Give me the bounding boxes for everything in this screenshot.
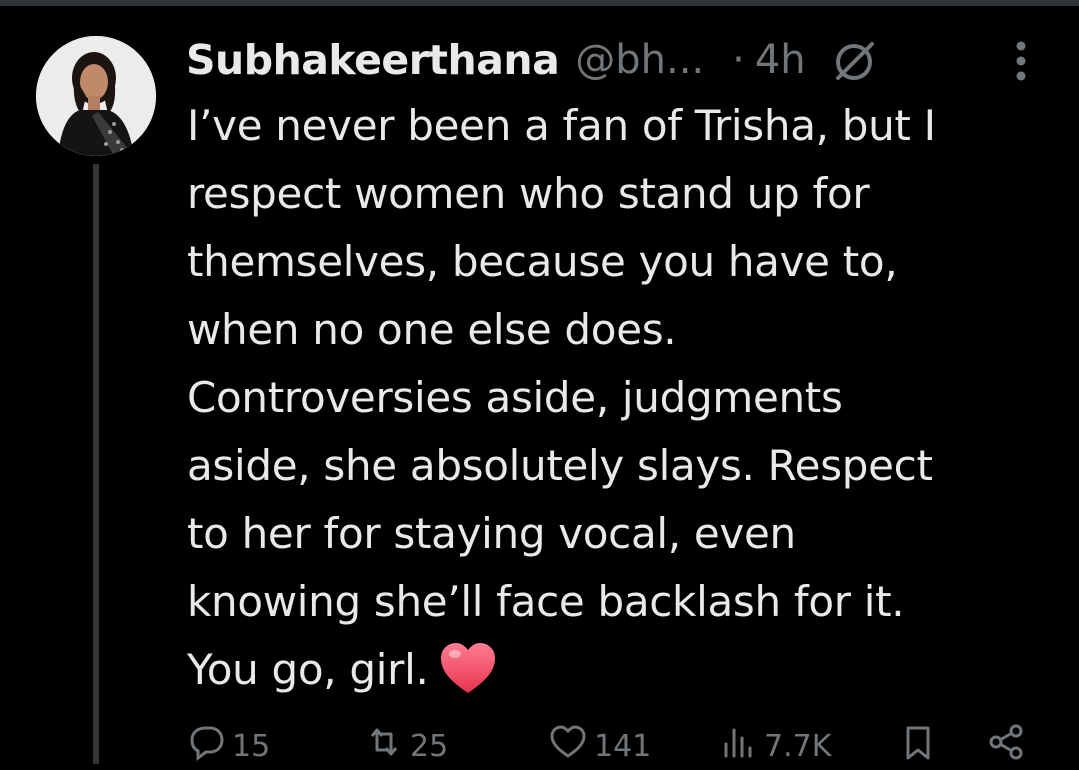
tweet-text-line: when no one else does. (187, 305, 677, 354)
mute-icon (830, 36, 878, 84)
retweet-button[interactable]: 25 (364, 722, 448, 770)
tweet-text-line: I’ve never been a fan of Trisha, but I (187, 101, 936, 150)
reply-button[interactable]: 15 (186, 722, 270, 770)
tweet-header: Subhakeerthana @bh... · 4h (186, 30, 878, 90)
bookmark-button[interactable] (898, 722, 938, 770)
tweet-text-line: to her for staying vocal, even (187, 509, 796, 558)
tweet-text-line-last: You go, girl. (187, 636, 1057, 704)
avatar-photo (36, 36, 156, 156)
like-button[interactable]: 141 (548, 722, 651, 770)
separator-dot: · (732, 37, 745, 83)
views-icon (718, 722, 758, 770)
tweet-text-line: respect women who stand up for (187, 169, 870, 218)
action-bar: 15 25 141 7.7K (186, 722, 1046, 764)
author-handle[interactable]: @bh... (575, 37, 704, 83)
share-icon (986, 722, 1026, 770)
tweet-text-line: Controversies aside, judgments (187, 373, 843, 422)
like-icon (548, 722, 588, 770)
tweet-text-line: themselves, because you have to, (187, 237, 898, 286)
retweet-count: 25 (410, 728, 449, 764)
heart-emoji (439, 641, 497, 695)
retweet-icon (364, 722, 404, 770)
avatar[interactable] (36, 36, 156, 156)
tweet-text-line: knowing she’ll face backlash for it. (187, 577, 905, 626)
tweet-text-line: aside, she absolutely slays. Respect (187, 441, 933, 490)
more-options-icon[interactable] (1006, 40, 1036, 84)
views-count: 7.7K (764, 728, 832, 764)
thread-line (93, 164, 99, 764)
reply-count: 15 (232, 728, 271, 764)
share-button[interactable] (986, 722, 1026, 770)
tweet-text: I’ve never been a fan of Trisha, but I r… (187, 92, 1057, 704)
like-count: 141 (594, 728, 652, 764)
tweet-text-line: You go, girl. (187, 645, 429, 694)
top-divider (0, 0, 1079, 6)
bookmark-icon (898, 722, 938, 770)
reply-icon (186, 722, 226, 770)
timestamp[interactable]: 4h (755, 37, 806, 83)
views-button[interactable]: 7.7K (718, 722, 831, 770)
author-name[interactable]: Subhakeerthana (186, 36, 560, 84)
